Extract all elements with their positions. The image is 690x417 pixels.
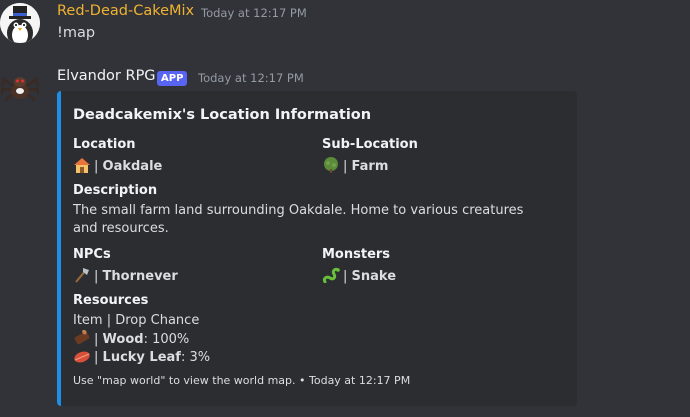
resource-chance: : 3% [180,350,211,365]
separator: | [343,269,348,284]
message-timestamp[interactable]: Today at 12:17 PM [198,71,304,85]
message-1: Red-Dead-CakeMix Today at 12:17 PM !map [0,0,690,60]
field-monsters-value: | Snake [322,267,396,284]
message-timestamp[interactable]: Today at 12:17 PM [201,6,307,20]
resource-name: Wood [102,332,144,347]
separator: | [343,159,348,174]
user-avatar[interactable] [0,3,40,43]
field-sublocation-name: Sub-Location [322,137,418,152]
field-npcs-name: NPCs [73,247,111,262]
message-content: !map [57,25,96,41]
axe-emoji-icon [75,268,89,283]
monsters-value: Snake [351,269,397,284]
tree-emoji-icon [324,157,338,173]
house-emoji-icon [74,158,90,173]
field-npcs-value: | Thornever [73,267,178,284]
resource-name: Lucky Leaf [102,350,181,365]
field-resources-name: Resources [73,293,149,308]
resource-chance: : 100% [143,332,190,347]
field-sublocation-value: | Farm [322,157,388,174]
field-resources-value: Item | Drop Chance | Wood: 100% | Lucky … [73,312,210,366]
location-value: Oakdale [102,159,163,174]
separator: | [94,159,99,174]
leaf-emoji-icon [74,351,90,363]
wood-emoji-icon [74,330,90,345]
separator: | [94,269,99,284]
sublocation-value: Farm [351,159,389,174]
resources-header: Item | Drop Chance [73,313,200,328]
snake-emoji-icon [323,267,340,283]
field-location-name: Location [73,137,136,152]
embed-footer: Use "map world" to view the world map. •… [73,374,411,387]
field-description-value: The small farm land surrounding Oakdale.… [73,203,524,236]
npcs-value: Thornever [102,269,178,284]
field-monsters-name: Monsters [322,247,391,262]
separator: | [94,350,99,365]
bot-name[interactable]: Elvandor RPG [57,68,156,84]
embed-card: Deadcakemix's Location Information Locat… [57,91,577,406]
separator: | [94,332,99,347]
embed-title: Deadcakemix's Location Information [73,107,372,123]
bot-avatar[interactable] [0,67,40,107]
field-description-name: Description [73,183,158,198]
resource-row: | Wood: 100% [73,330,210,348]
spider-icon [0,76,40,107]
resource-row: | Lucky Leaf: 3% [73,348,210,366]
author-name[interactable]: Red-Dead-CakeMix [57,3,194,19]
field-location-value: | Oakdale [73,157,162,174]
penguin-top-hat-icon [0,3,40,43]
app-badge: APP [157,71,188,86]
